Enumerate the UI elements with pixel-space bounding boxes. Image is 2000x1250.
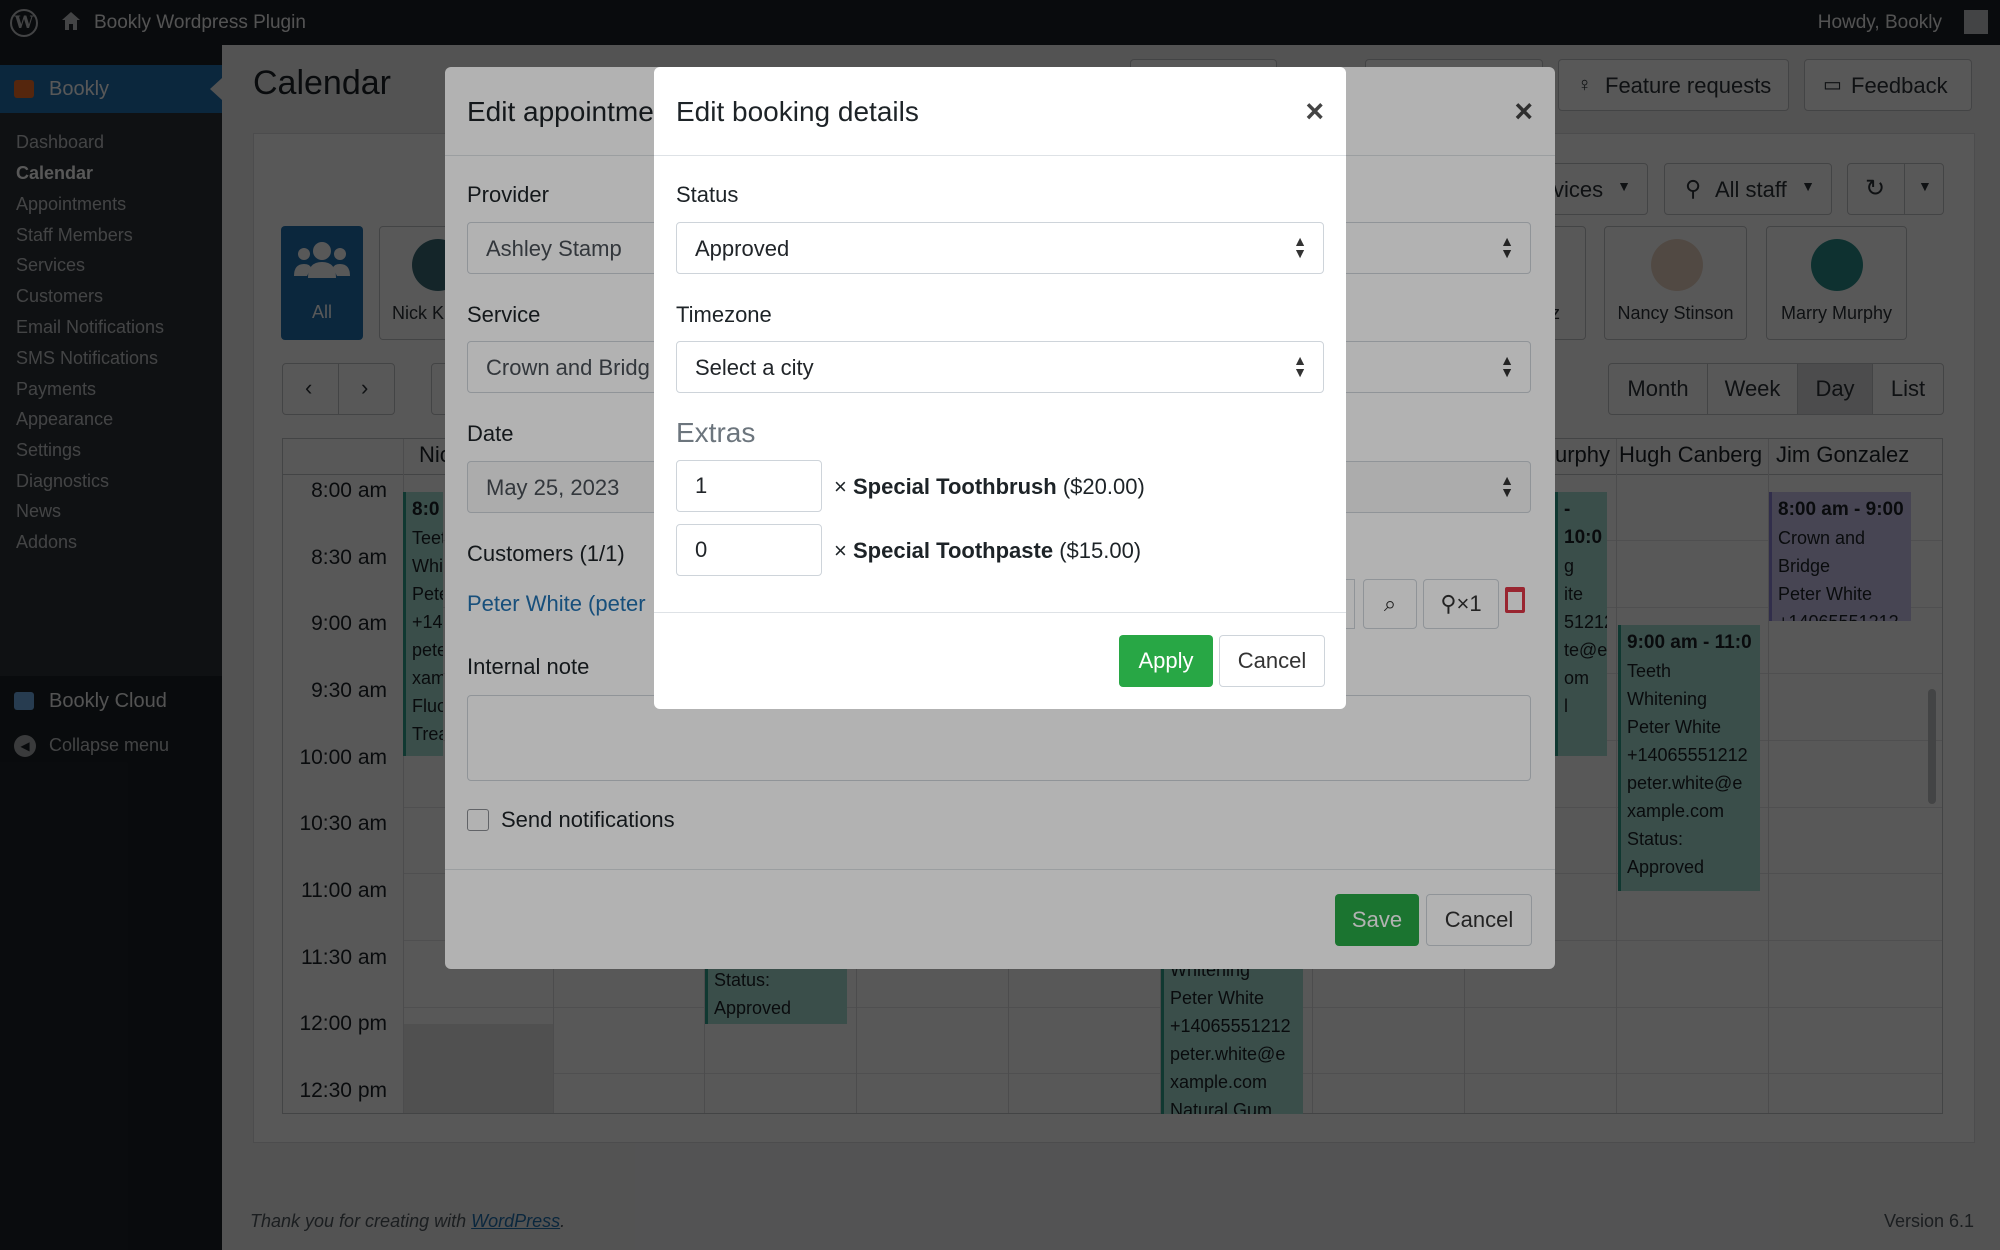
- extra-item-label: × Special Toothpaste ($15.00): [834, 538, 1141, 564]
- status-value: Approved: [695, 236, 790, 261]
- timezone-value: Select a city: [695, 355, 814, 380]
- close-icon[interactable]: ×: [1305, 93, 1324, 130]
- cancel-button[interactable]: Cancel: [1219, 635, 1325, 687]
- modal-divider: [654, 612, 1346, 613]
- timezone-select[interactable]: Select a city ▲ ▼: [676, 341, 1324, 393]
- status-label: Status: [676, 182, 739, 207]
- modal-title: Edit booking details: [676, 96, 919, 127]
- select-caret-icon: ▲ ▼: [1293, 233, 1307, 261]
- apply-button[interactable]: Apply: [1119, 635, 1213, 687]
- extra-name: Special Toothbrush: [852, 474, 1057, 499]
- modal-divider: [654, 155, 1346, 156]
- extra-name: Special Toothpaste: [852, 538, 1054, 563]
- select-caret-icon: ▲ ▼: [1293, 352, 1307, 380]
- multiply-sign: ×: [834, 538, 847, 563]
- extra-item-label: × Special Toothbrush ($20.00): [834, 474, 1145, 500]
- extra-price: ($20.00): [1062, 474, 1145, 499]
- extra-quantity-input[interactable]: 1: [676, 460, 822, 512]
- extras-heading: Extras: [676, 417, 756, 448]
- edit-booking-details-modal: Edit booking details × Status Approved ▲…: [654, 67, 1346, 709]
- extra-quantity-input[interactable]: 0: [676, 524, 822, 576]
- status-select[interactable]: Approved ▲ ▼: [676, 222, 1324, 274]
- multiply-sign: ×: [834, 474, 847, 499]
- extra-price: ($15.00): [1059, 538, 1142, 563]
- timezone-label: Timezone: [676, 302, 772, 327]
